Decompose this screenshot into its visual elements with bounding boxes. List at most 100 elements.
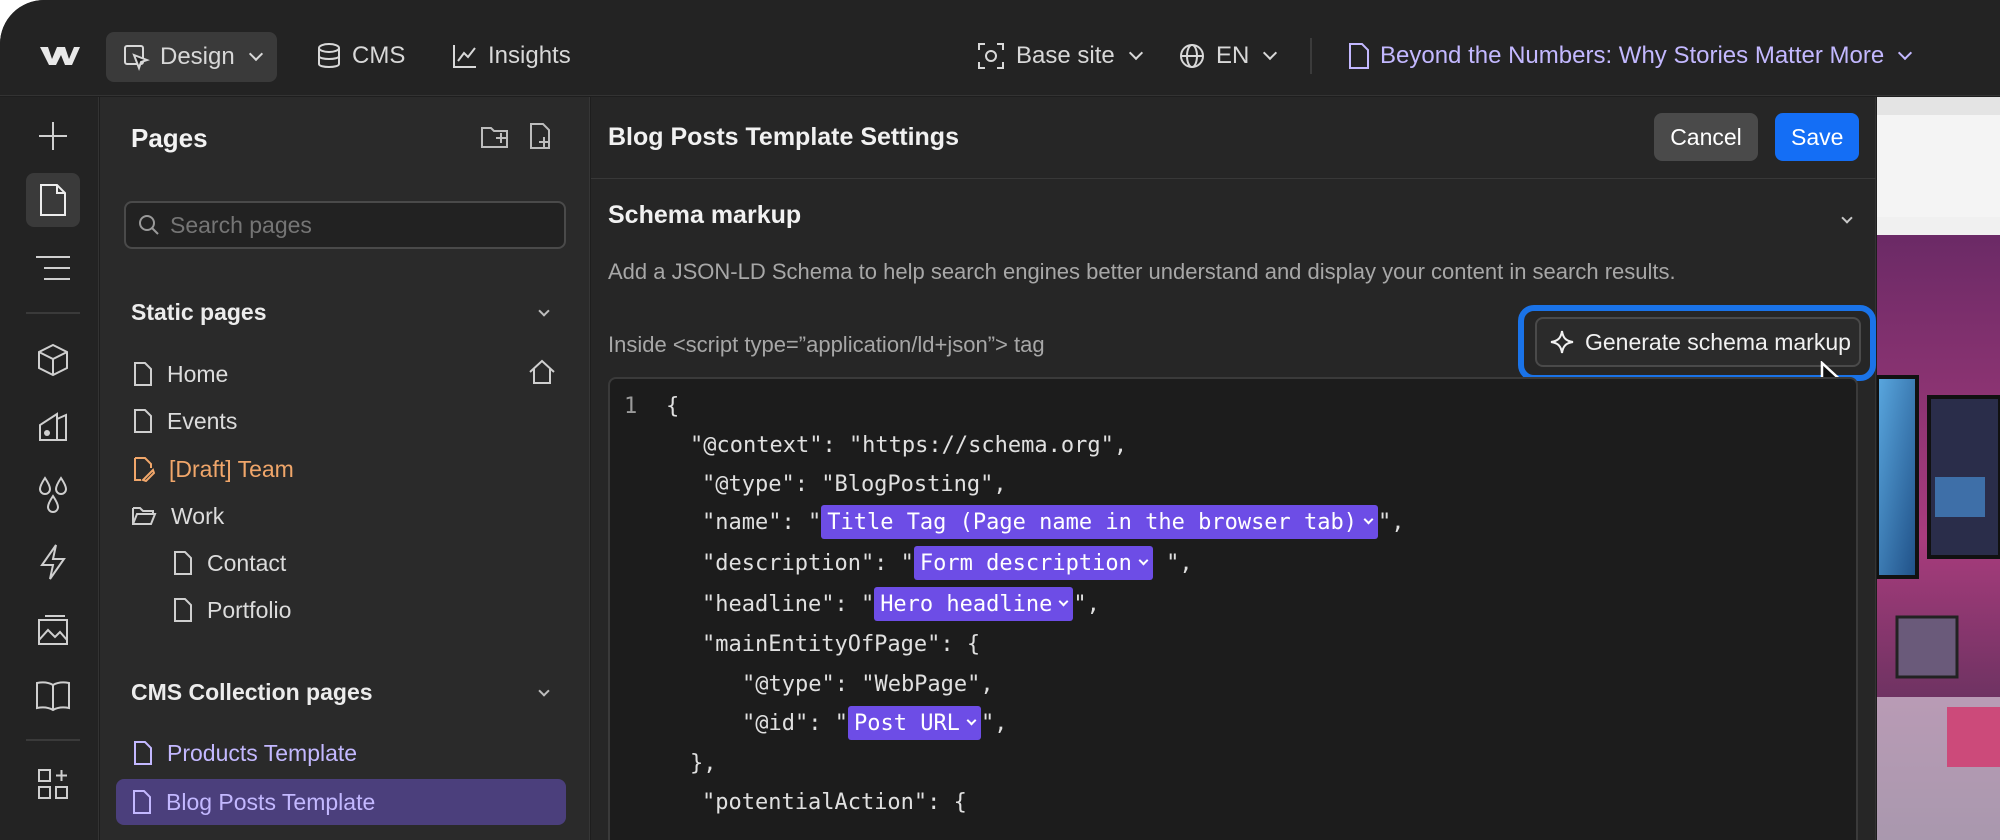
interactions-button[interactable] (26, 535, 80, 589)
current-page-title: Beyond the Numbers: Why Stories Matter M… (1380, 42, 1885, 69)
dynamic-field-token[interactable]: Post URL (847, 706, 981, 740)
code-text: "@context": "https://schema.org", (690, 432, 1128, 458)
code-text: ", (1152, 550, 1193, 576)
dynamic-field-token[interactable]: Title Tag (Page name in the browser tab) (821, 505, 1379, 539)
code-text: "mainEntityOfPage": { (702, 631, 981, 657)
page-icon (134, 409, 152, 433)
assets-button[interactable] (26, 603, 80, 657)
home-page-indicator (528, 359, 556, 390)
image-icon (38, 615, 68, 645)
draft-page-icon (134, 457, 155, 482)
app-window: Design CMS Insights Base site EN Beyond … (0, 0, 2000, 840)
page-item-label: Products Template (167, 739, 358, 766)
new-folder-button[interactable] (480, 123, 510, 156)
navigator-button[interactable] (26, 241, 80, 295)
insights-button[interactable]: Insights (452, 32, 571, 80)
sparkle-icon (1550, 330, 1574, 354)
page-item-label: [Draft] Team (169, 455, 294, 482)
folder-plus-icon (481, 127, 508, 148)
cms-label: CMS (352, 42, 406, 69)
page-item-label: Home (167, 360, 229, 387)
variables-button[interactable] (26, 468, 80, 522)
home-icon (529, 359, 555, 384)
page-item-products-template[interactable]: Products Template (133, 731, 357, 775)
styles-button[interactable] (26, 400, 80, 454)
page-item-blog-posts-template[interactable]: Blog Posts Template (116, 779, 566, 825)
page-item-portfolio[interactable]: Portfolio (173, 588, 291, 632)
webflow-logo[interactable] (38, 32, 82, 80)
code-text: "@type": "BlogPosting", (702, 471, 1007, 497)
folder-item-work[interactable]: Work (131, 494, 224, 538)
page-item-label: Work (171, 502, 225, 529)
components-button[interactable] (26, 333, 80, 387)
database-icon (318, 43, 340, 68)
cms-pages-toggle[interactable] (532, 682, 550, 700)
page-item-label: Portfolio (207, 596, 292, 623)
schema-code-editor[interactable]: 1 { "@context": "https://schema.org", "@… (608, 377, 1858, 840)
cms-pages-heading: CMS Collection pages (131, 679, 373, 705)
page-item-events[interactable]: Events (133, 399, 237, 443)
code-line: "name": " Title Tag (Page name in the bro… (702, 505, 1405, 539)
page-item-home[interactable]: Home (133, 352, 228, 396)
folder-open-icon (132, 507, 157, 525)
plus-icon (39, 122, 67, 150)
chevron-down-icon (1263, 45, 1278, 61)
current-page-selector[interactable]: Beyond the Numbers: Why Stories Matter M… (1348, 32, 1913, 80)
page-icon (174, 598, 192, 622)
code-line: { (666, 389, 679, 423)
page-item-contact[interactable]: Contact (173, 541, 286, 585)
top-bar: Design CMS Insights Base site EN Beyond … (0, 0, 2000, 96)
static-pages-toggle[interactable] (532, 302, 550, 320)
schema-markup-toggle[interactable] (1835, 209, 1853, 227)
search-pages-field[interactable] (124, 201, 566, 249)
site-label: Base site (1016, 42, 1115, 69)
locale-selector[interactable]: EN (1178, 32, 1278, 80)
new-page-button[interactable] (528, 121, 554, 156)
chevron-down-icon (1138, 555, 1149, 565)
dynamic-field-token[interactable]: Form description (913, 546, 1153, 580)
cms-page-icon (133, 790, 151, 814)
line-chart-icon (453, 45, 476, 68)
code-line: "mainEntityOfPage": { (702, 627, 980, 661)
settings-header: Blog Posts Template Settings Cancel Save (591, 97, 1876, 179)
code-line: }, (690, 746, 717, 780)
cms-button[interactable]: CMS (316, 32, 405, 80)
design-mode-label: Design (160, 43, 235, 70)
code-line: "description": " Form description ", (702, 546, 1193, 580)
lightning-icon (40, 544, 66, 580)
site-selector[interactable]: Base site (976, 32, 1143, 80)
add-button[interactable] (26, 109, 80, 163)
book-icon (36, 681, 70, 712)
rail-divider (26, 739, 80, 741)
save-button[interactable]: Save (1775, 113, 1859, 161)
apps-button[interactable] (26, 757, 80, 811)
page-icon (134, 362, 152, 386)
code-line: "headline": " Hero headline ", (702, 587, 1100, 621)
page-icon (40, 184, 66, 216)
page-plus-icon (530, 123, 550, 149)
code-text: ", (1073, 591, 1100, 617)
cancel-button[interactable]: Cancel (1654, 113, 1758, 161)
page-item-draft-team[interactable]: [Draft] Team (133, 447, 294, 491)
search-icon (139, 215, 159, 235)
generate-schema-button[interactable]: Generate schema markup (1535, 317, 1861, 367)
search-pages-input[interactable] (170, 211, 550, 239)
page-icon (1349, 43, 1369, 69)
rail-divider (26, 312, 80, 314)
navigator-icon (36, 256, 70, 280)
design-mode-button[interactable]: Design (106, 32, 277, 82)
chevron-down-icon (1058, 596, 1069, 606)
code-text: ", (980, 710, 1008, 736)
dynamic-field-token[interactable]: Hero headline (874, 587, 1074, 621)
pages-button[interactable] (26, 173, 80, 227)
webflow-logo-icon (40, 47, 80, 65)
canvas-preview (1877, 97, 2000, 840)
code-line: "potentialAction": { (702, 785, 967, 819)
target-icon (978, 43, 1004, 69)
docs-button[interactable] (26, 668, 80, 722)
code-text: { (666, 393, 680, 419)
chevron-down-icon (1841, 212, 1853, 224)
token-label: Hero headline (880, 591, 1053, 617)
design-cursor-icon (124, 45, 150, 71)
drops-icon (38, 476, 68, 513)
